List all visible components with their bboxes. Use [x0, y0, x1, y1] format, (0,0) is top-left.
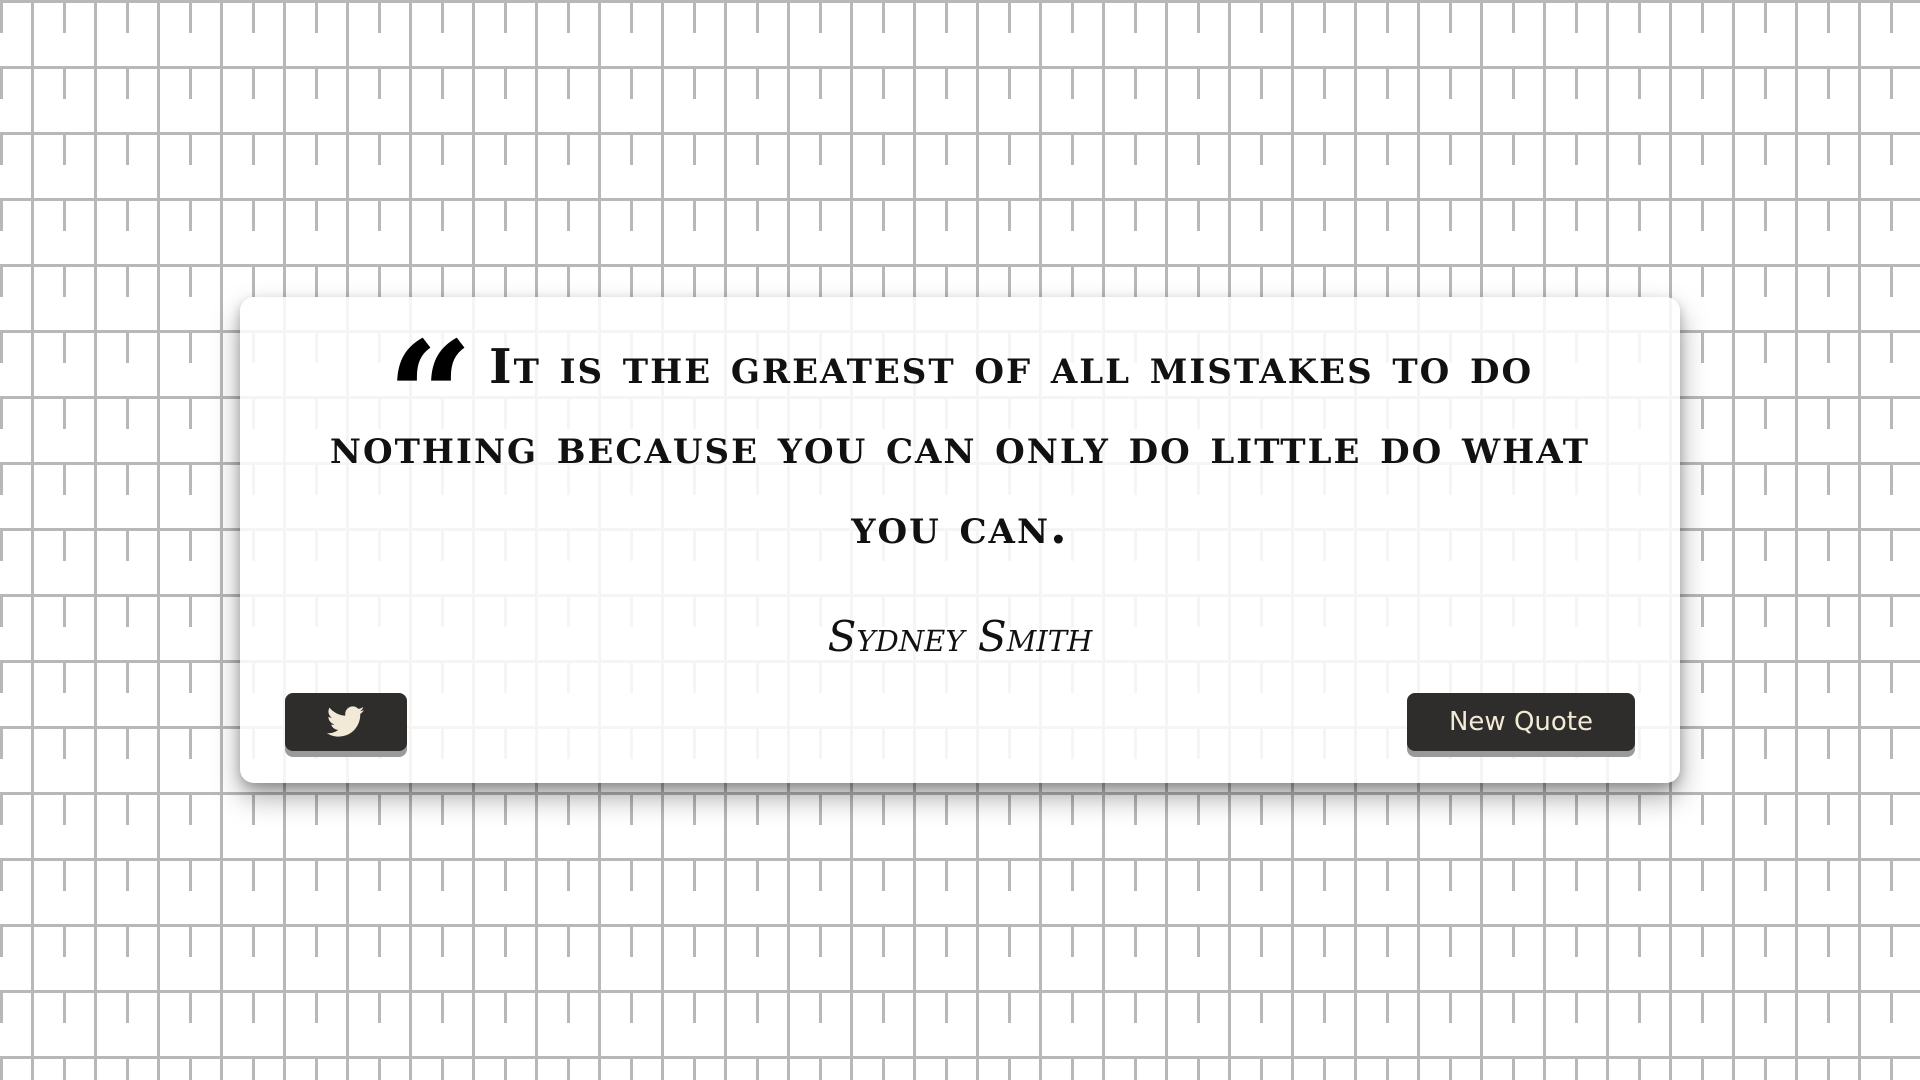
quote-box: “It is the greatest of all mistakes to d…: [240, 297, 1680, 783]
quote-text: “It is the greatest of all mistakes to d…: [300, 309, 1620, 567]
quote-body: It is the greatest of all mistakes to do…: [329, 339, 1591, 555]
quote-mark-icon: “: [386, 309, 476, 485]
twitter-icon: [327, 706, 365, 737]
tweet-quote-button[interactable]: [285, 693, 407, 751]
new-quote-button[interactable]: New Quote: [1407, 693, 1635, 751]
quote-author: Sydney Smith: [827, 612, 1093, 661]
